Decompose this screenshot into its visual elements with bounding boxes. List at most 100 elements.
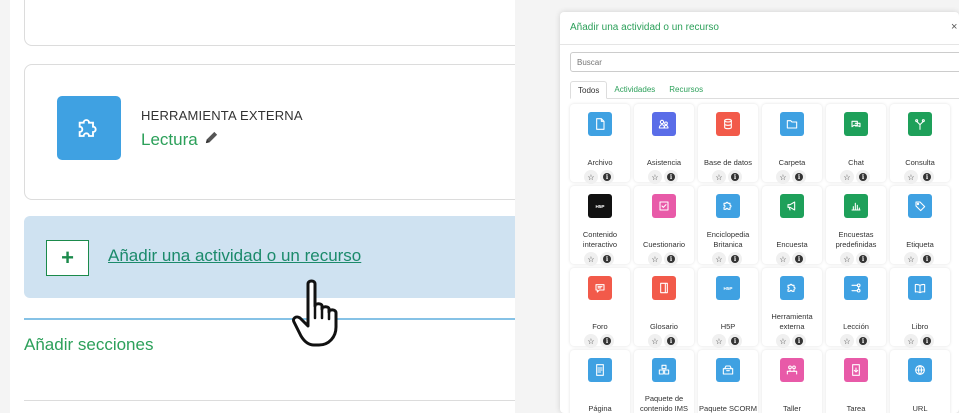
activity-tile[interactable]: Foro ☆ i	[570, 268, 630, 348]
page-icon[interactable]	[588, 358, 612, 382]
activity-tile[interactable]: Enciclopedia Britanica ☆ i	[698, 186, 758, 266]
star-icon[interactable]: ☆	[712, 252, 726, 266]
add-activity-plus-button[interactable]: +	[46, 240, 89, 276]
activity-tile-label[interactable]: Consulta	[890, 140, 950, 168]
info-icon[interactable]: i	[728, 252, 742, 266]
activity-tile-label[interactable]: Página	[570, 386, 630, 413]
activity-tile[interactable]: URL☆i	[890, 350, 950, 413]
star-icon[interactable]: ☆	[904, 170, 918, 184]
activity-tile-label[interactable]: Lección	[826, 304, 886, 332]
search-input[interactable]	[570, 52, 959, 72]
file-icon[interactable]	[588, 112, 612, 136]
activity-tile-label[interactable]: Paquete SCORM	[698, 386, 758, 413]
choice-icon[interactable]	[908, 112, 932, 136]
activity-tile-label[interactable]: H5P	[698, 304, 758, 332]
scorm-icon[interactable]	[716, 358, 740, 382]
forum-icon[interactable]	[588, 276, 612, 300]
activity-tile-label[interactable]: Carpeta	[762, 140, 822, 168]
add-sections-link[interactable]: Añadir secciones	[24, 335, 153, 355]
assignment-icon[interactable]	[844, 358, 868, 382]
glossary-icon[interactable]	[652, 276, 676, 300]
activity-tile[interactable]: H5P Contenido interactivo ☆ i	[570, 186, 630, 266]
activity-tile[interactable]: Taller☆i	[762, 350, 822, 413]
info-icon[interactable]: i	[920, 170, 934, 184]
info-icon[interactable]: i	[600, 334, 614, 348]
info-icon[interactable]: i	[856, 334, 870, 348]
tab-actividades[interactable]: Actividades	[607, 81, 662, 98]
star-icon[interactable]: ☆	[776, 170, 790, 184]
ims-package-icon[interactable]	[652, 358, 676, 382]
activity-tile[interactable]: Herramienta externa ☆ i	[762, 268, 822, 348]
info-icon[interactable]: i	[664, 170, 678, 184]
star-icon[interactable]: ☆	[584, 170, 598, 184]
info-icon[interactable]: i	[856, 252, 870, 266]
activity-tile[interactable]: Carpeta ☆ i	[762, 104, 822, 184]
info-icon[interactable]: i	[600, 252, 614, 266]
activity-tile-label[interactable]: Contenido interactivo	[570, 222, 630, 250]
activity-tile-label[interactable]: Paquete de contenido IMS	[634, 386, 694, 413]
star-icon[interactable]: ☆	[840, 252, 854, 266]
star-icon[interactable]: ☆	[648, 252, 662, 266]
folder-icon[interactable]	[780, 112, 804, 136]
workshop-icon[interactable]	[780, 358, 804, 382]
book-icon[interactable]	[908, 276, 932, 300]
activity-tile-label[interactable]: Encuestas predefinidas	[826, 222, 886, 250]
star-icon[interactable]: ☆	[776, 252, 790, 266]
bar-chart-icon[interactable]	[844, 194, 868, 218]
activity-name-link[interactable]: Lectura	[141, 130, 219, 150]
activity-tile-label[interactable]: Etiqueta	[890, 222, 950, 250]
lesson-icon[interactable]	[844, 276, 868, 300]
attendance-icon[interactable]	[652, 112, 676, 136]
info-icon[interactable]: i	[664, 252, 678, 266]
activity-tile-label[interactable]: Tarea	[826, 386, 886, 413]
star-icon[interactable]: ☆	[648, 334, 662, 348]
activity-name[interactable]: Lectura	[141, 130, 198, 150]
activity-tile[interactable]: Página☆i	[570, 350, 630, 413]
activity-tile[interactable]: Consulta ☆ i	[890, 104, 950, 184]
star-icon[interactable]: ☆	[712, 334, 726, 348]
chat-icon[interactable]	[844, 112, 868, 136]
activity-tile-label[interactable]: Herramienta externa	[762, 304, 822, 332]
activity-tile-label[interactable]: Chat	[826, 140, 886, 168]
star-icon[interactable]: ☆	[584, 334, 598, 348]
info-icon[interactable]: i	[728, 170, 742, 184]
activity-tile-label[interactable]: Libro	[890, 304, 950, 332]
database-icon[interactable]	[716, 112, 740, 136]
activity-tile[interactable]: Archivo ☆ i	[570, 104, 630, 184]
tag-icon[interactable]	[908, 194, 932, 218]
close-icon[interactable]: ×	[951, 21, 957, 33]
activity-tile[interactable]: Asistencia ☆ i	[634, 104, 694, 184]
info-icon[interactable]: i	[920, 252, 934, 266]
activity-tile[interactable]: Cuestionario ☆ i	[634, 186, 694, 266]
globe-icon[interactable]	[908, 358, 932, 382]
star-icon[interactable]: ☆	[904, 252, 918, 266]
info-icon[interactable]: i	[792, 170, 806, 184]
activity-tile[interactable]: Paquete SCORM☆i	[698, 350, 758, 413]
activity-tile-label[interactable]: Encuesta	[762, 222, 822, 250]
activity-tile[interactable]: Encuesta ☆ i	[762, 186, 822, 266]
star-icon[interactable]: ☆	[712, 170, 726, 184]
h5p-icon[interactable]: H5P	[588, 194, 612, 218]
activity-tile-label[interactable]: Cuestionario	[634, 222, 694, 250]
pencil-icon[interactable]	[204, 130, 219, 150]
info-icon[interactable]: i	[920, 334, 934, 348]
activity-tile-label[interactable]: Asistencia	[634, 140, 694, 168]
star-icon[interactable]: ☆	[840, 334, 854, 348]
info-icon[interactable]: i	[792, 252, 806, 266]
activity-tile[interactable]: Libro ☆ i	[890, 268, 950, 348]
activity-tile-label[interactable]: Enciclopedia Britanica	[698, 222, 758, 250]
activity-tile-label[interactable]: Glosario	[634, 304, 694, 332]
activity-tile-label[interactable]: Archivo	[570, 140, 630, 168]
activity-tile[interactable]: Lección ☆ i	[826, 268, 886, 348]
star-icon[interactable]: ☆	[904, 334, 918, 348]
activity-tile[interactable]: Tarea☆i	[826, 350, 886, 413]
info-icon[interactable]: i	[792, 334, 806, 348]
h5p-icon[interactable]: H5P	[716, 276, 740, 300]
activity-tile-label[interactable]: Foro	[570, 304, 630, 332]
star-icon[interactable]: ☆	[840, 170, 854, 184]
puzzle-icon[interactable]	[716, 194, 740, 218]
tab-todos[interactable]: Todos	[570, 81, 608, 99]
activity-tile-label[interactable]: Base de datos	[698, 140, 758, 168]
activity-tile[interactable]: Glosario ☆ i	[634, 268, 694, 348]
activity-tile-label[interactable]: URL	[890, 386, 950, 413]
